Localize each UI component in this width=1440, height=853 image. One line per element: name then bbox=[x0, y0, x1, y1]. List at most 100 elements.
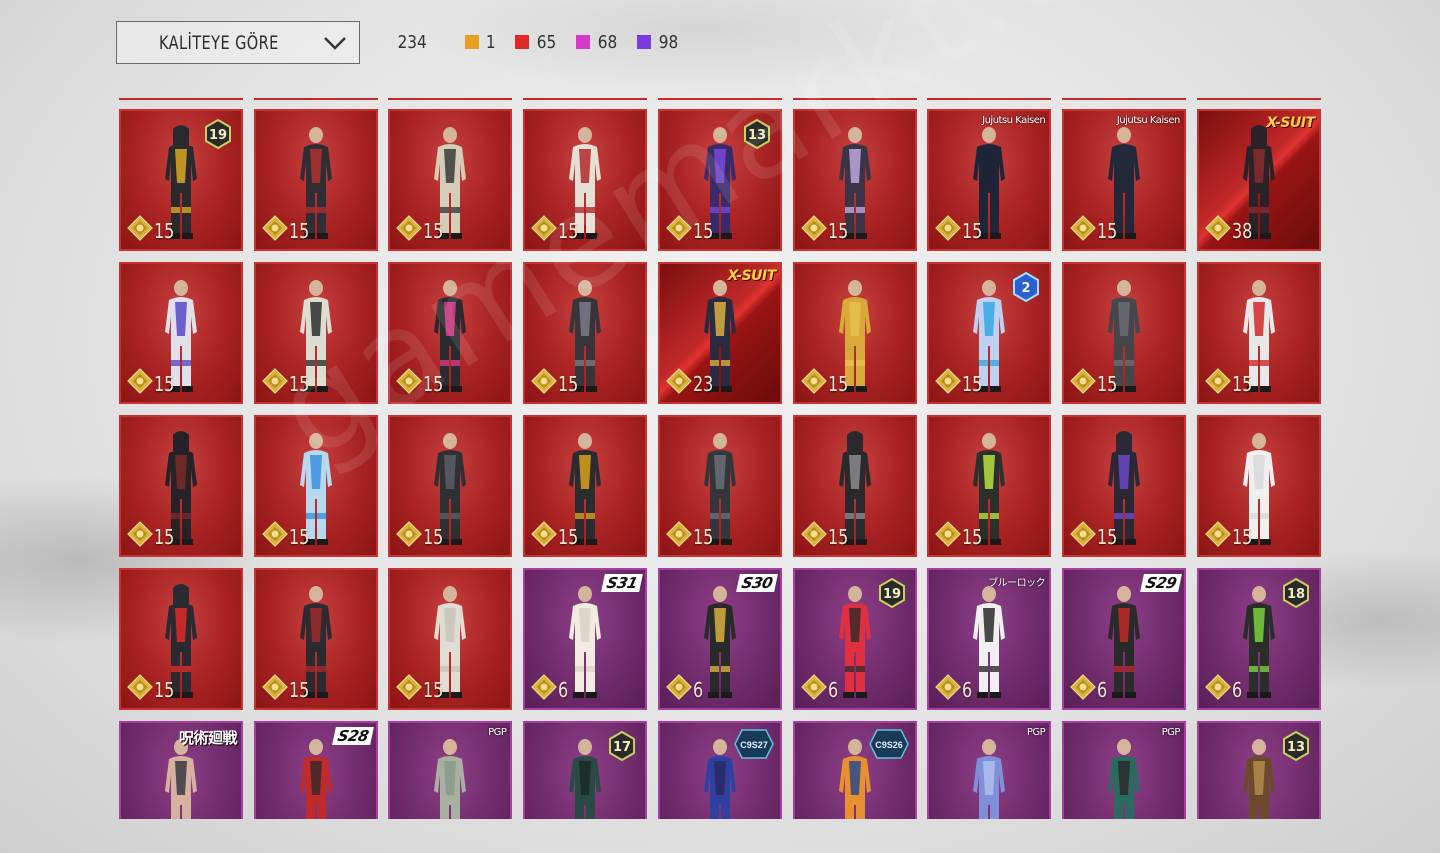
collab-badge: Jujutsu Kaisen bbox=[1116, 115, 1181, 126]
item-price: 15 bbox=[558, 372, 579, 396]
premium-coin-icon bbox=[1070, 521, 1096, 547]
outfit-card[interactable]: 15 19 bbox=[119, 109, 243, 251]
item-price: 38 bbox=[1231, 219, 1252, 243]
outfit-card[interactable]: 15 bbox=[523, 415, 648, 557]
outfit-card[interactable]: 6 S29 bbox=[1061, 568, 1186, 710]
premium-coin-icon bbox=[531, 368, 557, 394]
premium-coin-icon bbox=[665, 521, 692, 547]
row-top-line bbox=[792, 98, 917, 100]
item-price: 15 bbox=[1096, 372, 1118, 396]
season-badge: S28 bbox=[331, 727, 374, 745]
total-count: 234 bbox=[397, 31, 427, 53]
premium-coin-icon bbox=[396, 521, 423, 547]
season-badge: S30 bbox=[735, 574, 778, 592]
outfit-card[interactable]: 15 bbox=[119, 262, 243, 404]
outfit-card[interactable]: 15 bbox=[1061, 262, 1186, 404]
outfit-card[interactable]: 6 18 bbox=[1196, 568, 1321, 710]
outfit-card[interactable]: 15 bbox=[253, 568, 378, 710]
outfit-card[interactable]: 15 bbox=[523, 109, 648, 251]
outfit-card[interactable]: 15 bbox=[657, 415, 782, 557]
outfit-card[interactable]: S28 bbox=[253, 721, 378, 819]
outfit-card[interactable]: 15 Jujutsu Kaisen bbox=[1061, 109, 1186, 251]
item-price: 15 bbox=[692, 525, 714, 549]
tier-count: 68 bbox=[575, 32, 619, 53]
outfit-card[interactable]: 15 bbox=[523, 262, 648, 404]
outfit-card[interactable]: 15 Jujutsu Kaisen bbox=[927, 109, 1052, 251]
outfit-card[interactable]: 13 bbox=[1196, 721, 1321, 819]
premium-coin-icon bbox=[531, 521, 557, 547]
outfit-card[interactable]: C9S26 bbox=[792, 721, 917, 819]
row-top-line bbox=[253, 98, 378, 100]
outfit-card[interactable]: 15 bbox=[1061, 415, 1186, 557]
outfit-card[interactable]: 15 bbox=[388, 415, 513, 557]
premium-coin-icon bbox=[127, 215, 153, 241]
outfit-card[interactable]: 17 bbox=[523, 721, 648, 819]
tier-counts: 1 65 68 98 bbox=[465, 32, 697, 53]
item-price: 6 bbox=[1231, 678, 1242, 702]
premium-coin-icon bbox=[127, 521, 153, 547]
outfit-figure bbox=[569, 739, 602, 819]
outfit-figure bbox=[434, 739, 467, 819]
outfit-card[interactable]: 15 bbox=[388, 262, 513, 404]
collab-badge: 呪術廻戦 bbox=[178, 729, 238, 747]
item-price: 15 bbox=[962, 219, 983, 243]
sort-quality-dropdown[interactable]: KALİTEYE GÖRE bbox=[116, 21, 360, 64]
outfit-card[interactable]: PGP bbox=[388, 721, 513, 819]
premium-coin-icon bbox=[396, 215, 423, 241]
premium-coin-icon bbox=[531, 215, 557, 241]
outfit-card[interactable]: 呪術廻戦 bbox=[119, 721, 243, 819]
outfit-card[interactable]: PGP bbox=[927, 721, 1052, 819]
collab-badge: PGP bbox=[1161, 727, 1181, 738]
outfit-card[interactable]: 15 bbox=[1196, 262, 1321, 404]
premium-coin-icon bbox=[396, 368, 423, 394]
outfit-card[interactable]: 15 bbox=[253, 415, 378, 557]
outfit-card[interactable]: 15 bbox=[253, 262, 378, 404]
outfit-figure bbox=[299, 739, 332, 819]
level-badge: 13 bbox=[743, 119, 770, 149]
outfit-card[interactable]: 15 13 bbox=[657, 109, 782, 251]
item-price: 15 bbox=[288, 219, 310, 243]
outfit-card[interactable]: C9S27 bbox=[657, 721, 782, 819]
item-price: 15 bbox=[558, 219, 579, 243]
outfit-figure bbox=[973, 739, 1006, 819]
outfit-card[interactable]: 15 bbox=[253, 109, 378, 251]
premium-coin-icon bbox=[935, 674, 962, 700]
outfit-card[interactable]: 6 19 bbox=[792, 568, 917, 710]
outfit-card[interactable]: 15 bbox=[119, 568, 243, 710]
outfit-card[interactable]: 15 bbox=[927, 415, 1052, 557]
premium-coin-icon bbox=[800, 368, 827, 394]
item-price: 15 bbox=[1096, 525, 1118, 549]
premium-coin-icon bbox=[1070, 368, 1096, 394]
outfit-card[interactable]: 6 ブルーロック bbox=[927, 568, 1052, 710]
premium-coin-icon bbox=[531, 674, 557, 700]
outfit-card[interactable]: 15 bbox=[792, 262, 917, 404]
outfit-card[interactable]: 6 S30 bbox=[657, 568, 782, 710]
outfit-card[interactable]: 15 bbox=[388, 568, 513, 710]
outfit-card[interactable]: 15 bbox=[388, 109, 513, 251]
row-top-line bbox=[119, 98, 243, 100]
row-top-line bbox=[1061, 98, 1186, 100]
level-badge: 18 bbox=[1282, 578, 1309, 608]
outfit-card[interactable]: 23 X-SUIT bbox=[657, 262, 782, 404]
item-price: 6 bbox=[827, 678, 838, 702]
collab-badge: ブルーロック bbox=[988, 578, 1046, 589]
outfit-card[interactable]: PGP bbox=[1061, 721, 1186, 819]
item-price: 6 bbox=[1096, 678, 1108, 702]
tier-color-swatch bbox=[636, 35, 651, 49]
outfit-card[interactable]: 15 bbox=[1196, 415, 1321, 557]
premium-coin-icon bbox=[127, 674, 153, 700]
item-price: 6 bbox=[692, 678, 703, 702]
premium-coin-icon bbox=[261, 674, 288, 700]
outfit-card[interactable]: 15 2 bbox=[927, 262, 1052, 404]
level-badge-number: 18 bbox=[1287, 587, 1305, 602]
chevron-down-icon bbox=[324, 36, 346, 50]
outfit-card[interactable]: 6 S31 bbox=[523, 568, 648, 710]
outfit-card[interactable]: 15 bbox=[119, 415, 243, 557]
outfit-card[interactable]: 38 X-SUIT bbox=[1196, 109, 1321, 251]
item-price: 6 bbox=[962, 678, 973, 702]
outfit-card[interactable]: 15 bbox=[792, 415, 917, 557]
row-top-line bbox=[1196, 98, 1321, 100]
row-top-line bbox=[927, 98, 1052, 100]
premium-coin-icon bbox=[261, 521, 288, 547]
outfit-card[interactable]: 15 bbox=[792, 109, 917, 251]
